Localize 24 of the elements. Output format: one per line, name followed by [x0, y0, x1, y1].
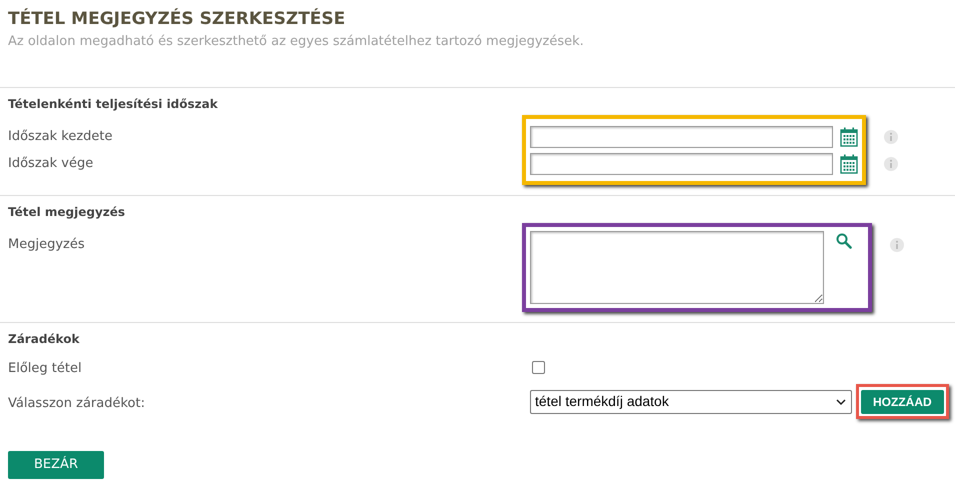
- info-icon[interactable]: [884, 156, 898, 170]
- date-field[interactable]: [530, 152, 833, 174]
- add-button[interactable]: HOZZÁAD: [861, 390, 944, 414]
- section-heading: Tétel megjegyzés: [7, 204, 126, 221]
- field-label: Megjegyzés: [7, 236, 86, 254]
- close-button[interactable]: BEZÁR: [8, 451, 104, 479]
- clause-select[interactable]: tétel termékdíj adatok: [530, 390, 852, 414]
- field-label: Időszak vége: [7, 154, 94, 173]
- search-icon[interactable]: [836, 233, 852, 249]
- page-subtitle: Az oldalon megadható és szerkeszthető az egyes számlatételhez tartozó megjegyzések.: [8, 33, 585, 51]
- chevron-down-icon[interactable]: [835, 398, 847, 406]
- section-heading: Záradékok: [7, 331, 80, 348]
- page-title: TÉTEL MEGJEGYZÉS SZERKESZTÉSE: [8, 7, 346, 31]
- calendar-icon[interactable]: [840, 126, 858, 146]
- section-heading: Tételenkénti teljesítési időszak: [7, 96, 219, 113]
- calendar-icon[interactable]: [840, 154, 858, 174]
- field-label: Előleg tétel: [7, 361, 83, 376]
- date-field[interactable]: [530, 126, 833, 148]
- field-label: Válasszon záradékot:: [7, 396, 146, 410]
- field-label: Időszak kezdete: [7, 128, 114, 146]
- info-icon[interactable]: [890, 238, 904, 252]
- comment-field[interactable]: [530, 231, 824, 304]
- info-icon[interactable]: [884, 130, 898, 144]
- checkbox[interactable]: [532, 360, 545, 374]
